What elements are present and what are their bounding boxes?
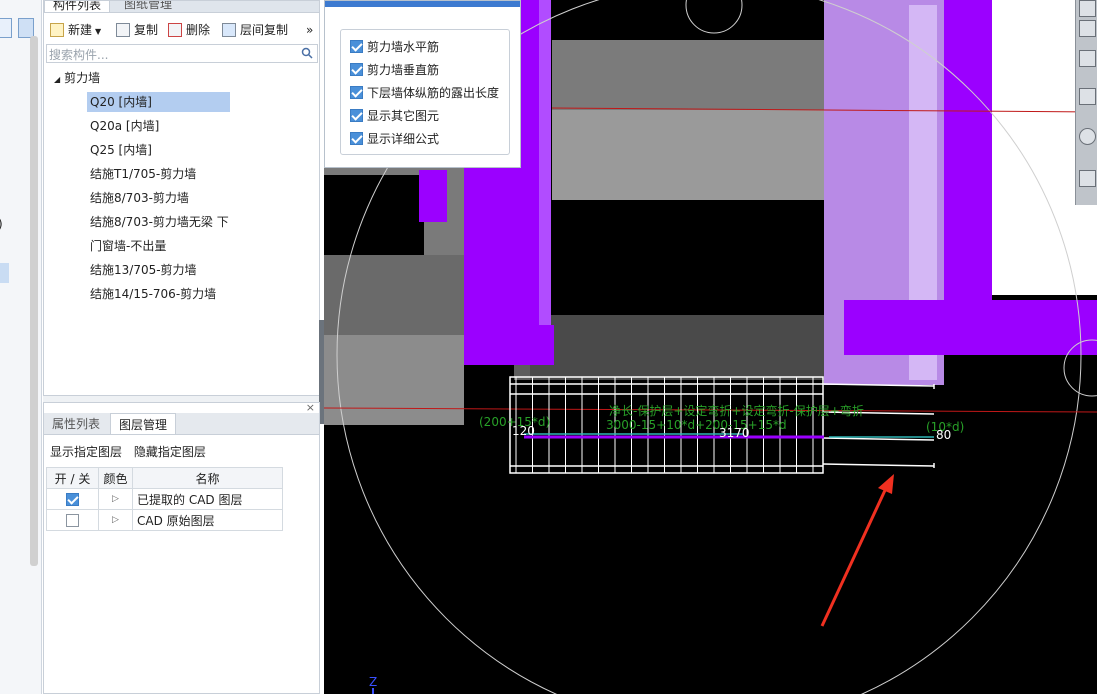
floor-slab-face: [552, 110, 824, 200]
col-header-color: 颜色: [98, 467, 133, 489]
purple-column-small: [419, 170, 447, 222]
layer-toggle-checkbox[interactable]: [66, 514, 79, 527]
layer-table: 开 / 关 颜色 名称 ▷ 已提取的 CAD 图层 ▷ CAD 原始图层: [46, 467, 283, 531]
more-button[interactable]: »: [306, 21, 313, 39]
component-tabs: 构件列表 图纸管理: [44, 1, 319, 13]
color-expand-icon[interactable]: ▷: [98, 488, 133, 510]
orbit-icon[interactable]: [1079, 128, 1096, 145]
option-checkbox[interactable]: [350, 132, 363, 145]
new-button[interactable]: 新建 ▼: [50, 21, 101, 39]
copy-icon: [116, 23, 130, 37]
option-show-other-elements[interactable]: 显示其它图元: [350, 107, 439, 125]
wall-cutout: [324, 175, 424, 255]
table-row[interactable]: ▷ 已提取的 CAD 图层: [46, 488, 283, 510]
scrollbar[interactable]: [30, 36, 38, 566]
cube-view-icon[interactable]: [1079, 50, 1096, 67]
option-checkbox[interactable]: [350, 86, 363, 99]
z-axis-label: Z: [369, 675, 377, 689]
2d-view-icon[interactable]: [1079, 20, 1096, 37]
popup-titlebar[interactable]: [325, 1, 520, 7]
layer-tabs: 属性列表 图层管理: [44, 413, 319, 435]
hide-layer-link[interactable]: 隐藏指定图层: [134, 445, 206, 459]
tree-item[interactable]: 门窗墙-不出量: [87, 236, 169, 256]
lower-slab: [519, 315, 824, 380]
dim-120: 120: [512, 424, 535, 438]
truncated-text: ): [0, 217, 3, 231]
component-toolbar: 新建 ▼ 复制 删除 层间复制 »: [44, 15, 319, 43]
purple-base: [464, 325, 554, 365]
list-view-icon[interactable]: [0, 18, 12, 38]
tree-item[interactable]: 结施13/705-剪力墙: [87, 260, 200, 280]
formula-main: 3000-15+10*d+200-15+15*d: [606, 418, 787, 432]
dim-3170: 3170: [719, 426, 750, 440]
red-arrow-head: [878, 474, 894, 494]
layer-name: CAD 原始图层: [132, 509, 283, 531]
col-header-name: 名称: [132, 467, 283, 489]
tree-item[interactable]: 结施8/703-剪力墙无梁 下: [87, 212, 232, 232]
purple-beam-right: [844, 300, 1097, 355]
purple-column-right: [944, 0, 992, 300]
layer-actions: 显示指定图层 隐藏指定图层: [50, 443, 206, 461]
dropdown-arrow-icon[interactable]: ▼: [95, 27, 101, 36]
left-sidebar-strip: ): [0, 0, 42, 694]
red-arrow-shaft: [820, 485, 889, 627]
dim-80: 80: [936, 428, 951, 442]
expand-triangle-icon[interactable]: ◢: [54, 75, 60, 84]
search-component-input[interactable]: 搜索构件...: [46, 44, 318, 63]
layer-management-panel: × 属性列表 图层管理 显示指定图层 隐藏指定图层 开 / 关 颜色 名称 ▷ …: [43, 401, 320, 694]
option-horizontal-rebar[interactable]: 剪力墙水平筋: [350, 38, 439, 56]
floor-copy-button[interactable]: 层间复制: [222, 21, 288, 39]
rotate-view-icon[interactable]: [1079, 0, 1096, 17]
option-checkbox[interactable]: [350, 109, 363, 122]
tree-item[interactable]: Q25 [内墙]: [87, 140, 155, 160]
small-circle-top: [685, 0, 743, 34]
option-vertical-rebar[interactable]: 剪力墙垂直筋: [350, 61, 439, 79]
option-checkbox[interactable]: [350, 40, 363, 53]
wall-face: [324, 335, 464, 425]
search-icon[interactable]: [301, 47, 313, 59]
floor-slab-top: [552, 40, 824, 110]
box-view-icon[interactable]: [1079, 88, 1096, 105]
view-toolbox: [1075, 0, 1097, 205]
tab-drawing-management[interactable]: 图纸管理: [116, 1, 180, 12]
tree-root-shear-wall[interactable]: ◢ 剪力墙: [54, 68, 100, 88]
layer-name: 已提取的 CAD 图层: [132, 488, 283, 510]
tree-item[interactable]: 结施T1/705-剪力墙: [87, 164, 199, 184]
layer-toggle-checkbox[interactable]: [66, 493, 79, 506]
component-list-panel: 构件列表 图纸管理 新建 ▼ 复制 删除 层间复制 » 搜索构件... ◢ 剪力墙 …: [43, 0, 320, 396]
tab-layer-management[interactable]: 图层管理: [110, 413, 177, 434]
purple-rebar-strip: [539, 0, 551, 325]
tree-item[interactable]: Q20a [内墙]: [87, 116, 162, 136]
option-lower-exposed-length[interactable]: 下层墙体纵筋的露出长度: [350, 84, 499, 102]
formula-top: 净长-保护层+设定弯折+设定弯折-保护层+弯折: [609, 403, 864, 418]
selected-row-fragment: [0, 263, 9, 283]
delete-button[interactable]: 删除: [168, 21, 210, 39]
tree-item[interactable]: Q20 [内墙]: [87, 92, 230, 112]
table-row[interactable]: ▷ CAD 原始图层: [46, 509, 283, 531]
options-group: 剪力墙水平筋 剪力墙垂直筋 下层墙体纵筋的露出长度 显示其它图元 显示详细公式: [340, 29, 510, 155]
option-checkbox[interactable]: [350, 63, 363, 76]
color-expand-icon[interactable]: ▷: [98, 509, 133, 531]
col-header-toggle: 开 / 关: [46, 467, 99, 489]
grid-view-icon[interactable]: [18, 18, 34, 38]
floor-copy-icon: [222, 23, 236, 37]
delete-icon: [168, 23, 182, 37]
tree-item[interactable]: 结施14/15-706-剪力墙: [87, 284, 219, 304]
tab-component-list[interactable]: 构件列表: [44, 1, 111, 12]
settings-view-icon[interactable]: [1079, 170, 1096, 187]
tree-item[interactable]: 结施8/703-剪力墙: [87, 188, 192, 208]
new-icon: [50, 23, 64, 37]
tab-property-list[interactable]: 属性列表: [44, 413, 108, 434]
copy-button[interactable]: 复制: [116, 21, 158, 39]
option-show-formula[interactable]: 显示详细公式: [350, 130, 439, 148]
display-options-popup: 剪力墙水平筋 剪力墙垂直筋 下层墙体纵筋的露出长度 显示其它图元 显示详细公式: [324, 0, 521, 168]
show-layer-link[interactable]: 显示指定图层: [50, 445, 122, 459]
